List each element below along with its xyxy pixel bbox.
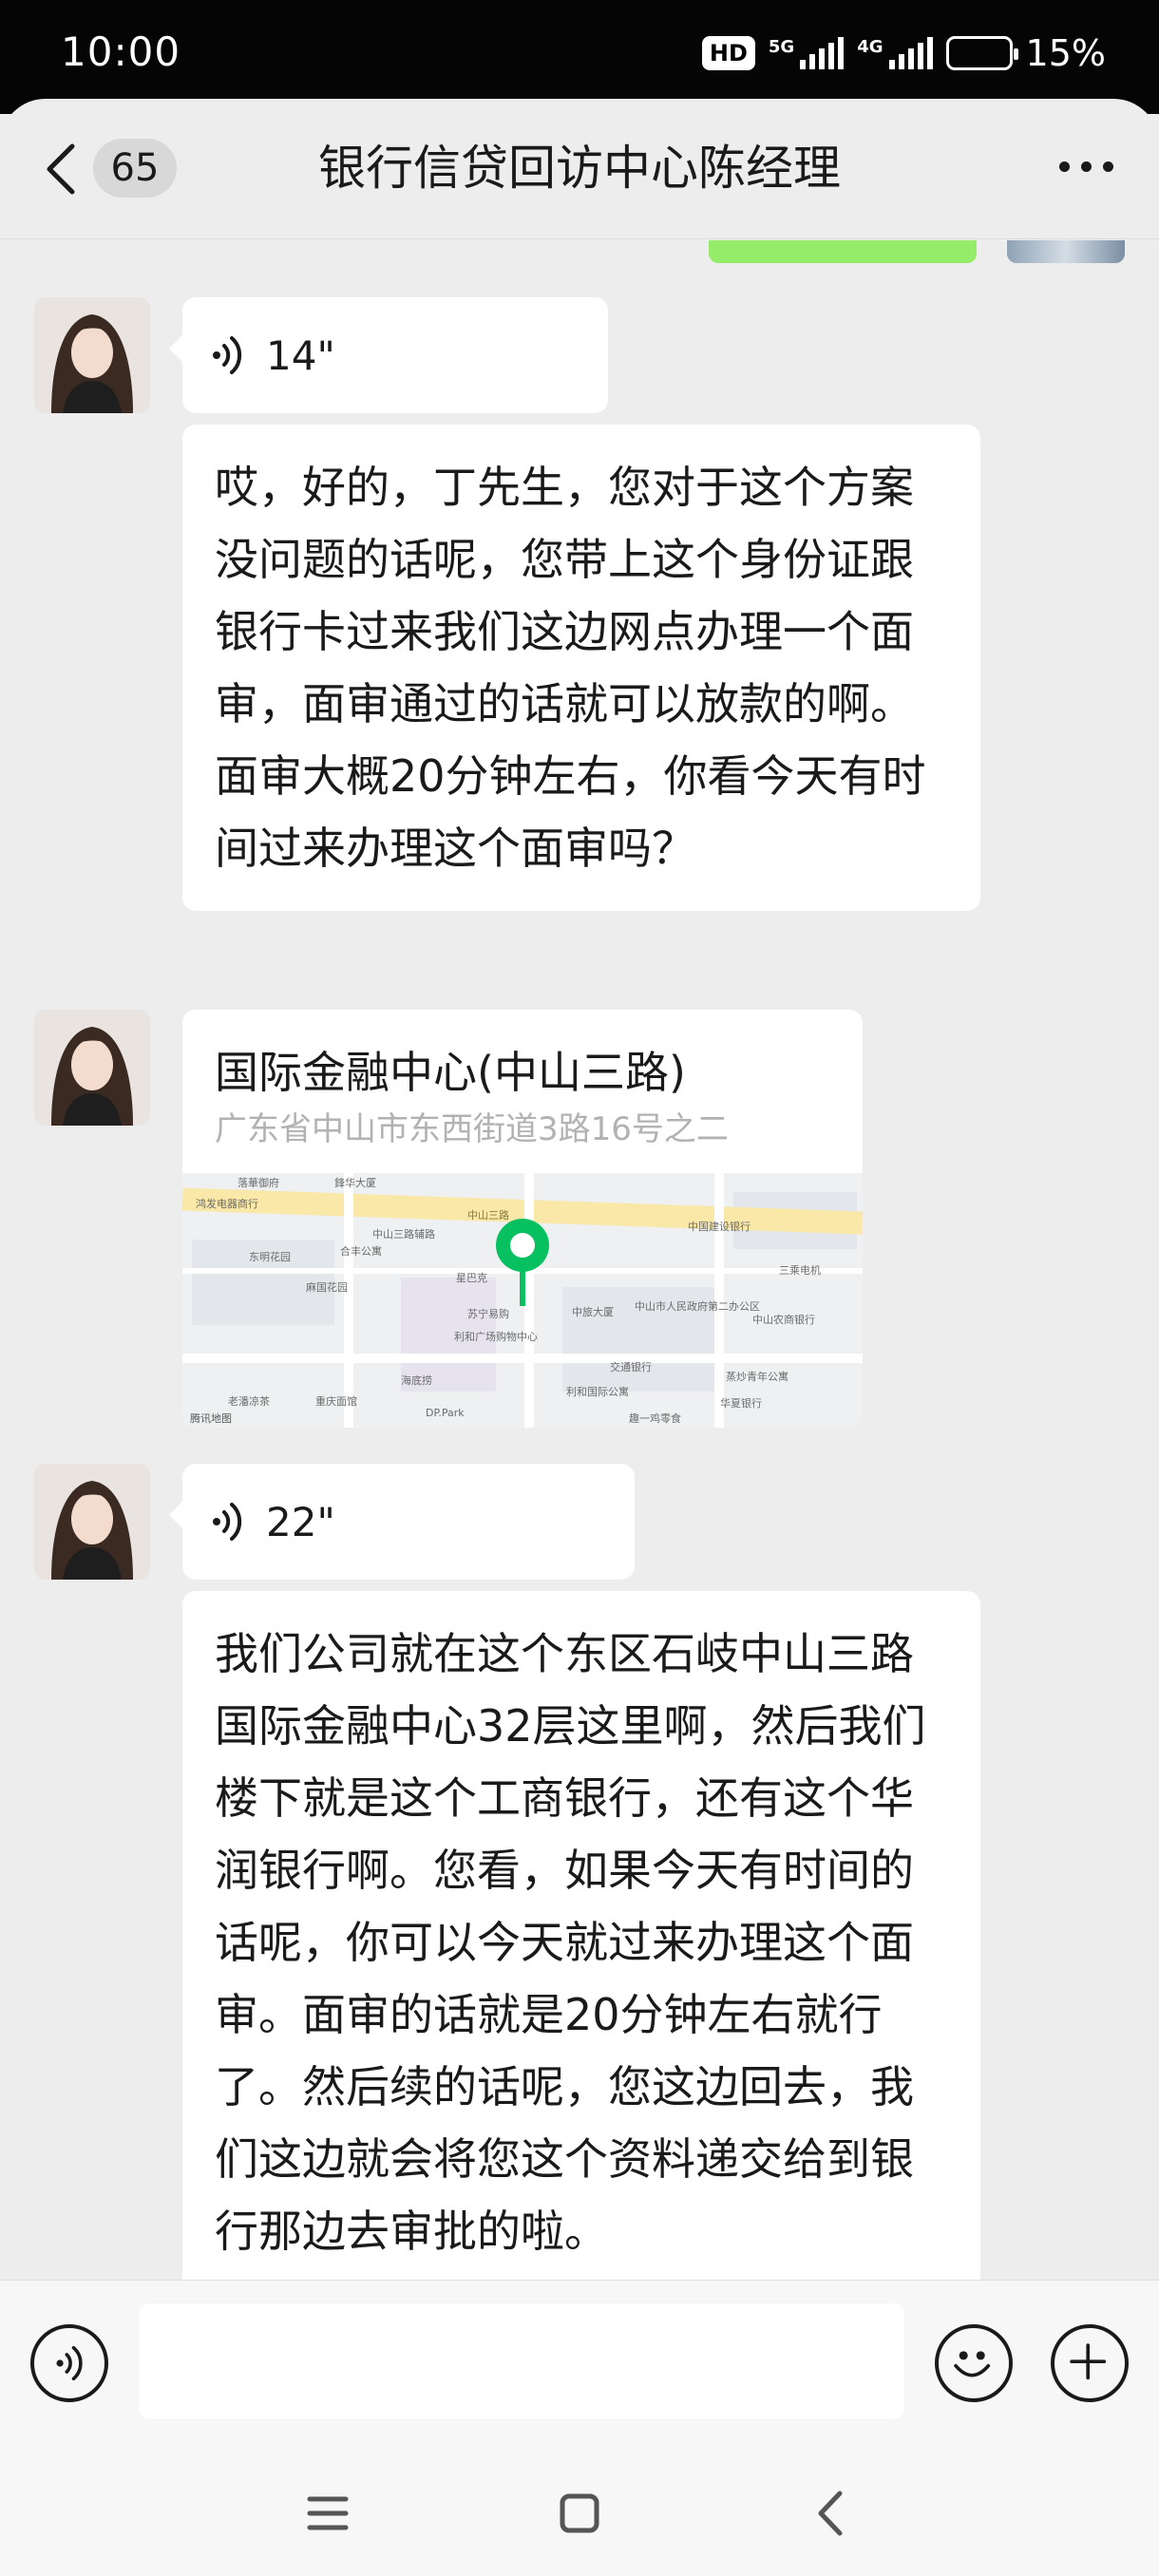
status-indicators: HD 5G 4G 15% [701,32,1106,74]
battery-icon [945,36,1018,70]
avatar[interactable] [34,1010,150,1126]
emoji-icon[interactable] [935,2324,1013,2402]
back-triangle-icon[interactable] [798,2480,864,2547]
map-label: 老潘凉茶 [228,1394,270,1408]
hd-badge: HD [701,36,755,70]
map-label: 海底捞 [401,1373,432,1387]
voice-input-icon[interactable] [30,2324,108,2402]
map-road-label: 中山三路 [467,1209,509,1222]
map-label: 利和国际公寓 [566,1385,629,1398]
battery-percent: 15% [1025,32,1106,74]
voice-wave-icon [213,1503,242,1541]
map-label: 华夏银行 [720,1396,762,1410]
plus-icon[interactable] [1051,2324,1129,2402]
map-label: 落華御府 [238,1176,279,1189]
map-label: 趣一鸡零食 [629,1411,681,1425]
map-preview[interactable]: 落華御府 鋒华大厦 鸿发电器商行 中国建设银行 中山三路辅路 东明花园 合丰公寓… [182,1173,863,1428]
input-bar [0,2280,1159,2446]
message-text: 我们公司就在这个东区石岐中山三路国际金融中心32层这里啊，然后我们楼下就是这个工… [215,1628,926,2257]
map-label: 中国建设银行 [688,1220,750,1233]
map-label: 三乘电机 [779,1263,821,1277]
map-label: 鸿发电器商行 [196,1197,258,1210]
partial-sent-bubble[interactable] [709,240,977,263]
net2-label: 4G [857,37,884,57]
chat-header: 65 银行信贷回访中心陈经理 [0,99,1159,239]
more-dots-icon[interactable] [1059,161,1113,172]
map-provider-label: 腾讯地图 [190,1411,232,1425]
voice-duration: 22" [266,1498,335,1545]
map-label: 苏宁易购 [467,1307,509,1320]
location-message[interactable]: 国际金融中心(中山三路) 广东省中山市东西街道3路16号之二 落華御府 鋒华大厦 [182,1010,863,1428]
map-label: 东明花园 [249,1251,291,1263]
avatar[interactable] [34,1464,150,1580]
chat-title: 银行信贷回访中心陈经理 [318,141,841,196]
text-message[interactable]: 哎，好的，丁先生，您对于这个方案没问题的话呢，您带上这个身份证跟银行卡过来我们这… [182,425,980,911]
system-nav-bar [0,2446,1159,2576]
map-label: 利和广场购物中心 [454,1330,538,1343]
map-label: 中山三路辅路 [372,1227,435,1241]
location-address: 广东省中山市东西街道3路16号之二 [215,1110,729,1148]
voice-message[interactable]: 22" [169,1464,635,1580]
map-label: 重庆面馆 [315,1394,357,1408]
avatar[interactable] [34,297,150,413]
message-text: 哎，好的，丁先生，您对于这个方案没问题的话呢，您带上这个身份证跟银行卡过来我们这… [215,462,926,874]
chat-message-list[interactable]: 14" 哎，好的，丁先生，您对于这个方案没问题的话呢，您带上这个身份证跟银行卡过… [0,240,1159,2280]
map-label: 蒸炒青年公寓 [726,1370,788,1383]
status-time: 10:00 [61,28,181,75]
map-label: 中山农商银行 [752,1313,815,1326]
map-label: 星巴克 [456,1272,487,1284]
signal-5g-icon: 5G [768,37,845,69]
signal-4g-icon: 4G [857,37,933,69]
text-message[interactable]: 我们公司就在这个东区石岐中山三路国际金融中心32层这里啊，然后我们楼下就是这个工… [182,1591,980,2280]
status-bar: 10:00 HD 5G 4G 15% [0,0,1159,114]
map-label: 中旅大厦 [572,1305,614,1318]
message-input[interactable] [139,2303,904,2419]
voice-wave-icon [213,336,242,374]
voice-duration: 14" [266,331,335,379]
menu-icon[interactable] [294,2480,361,2547]
location-title: 国际金融中心(中山三路) [215,1047,686,1098]
map-label: 鋒华大厦 [334,1176,376,1189]
map-label: 中山市人民政府第二办公区 [635,1299,760,1313]
map-label: 麻国花园 [306,1280,348,1294]
map-label: DP.Park [426,1407,465,1419]
home-square-icon[interactable] [546,2480,613,2547]
partial-sent-image[interactable] [1007,240,1125,263]
voice-message[interactable]: 14" [169,297,608,413]
map-label: 合丰公寓 [340,1244,382,1258]
net1-label: 5G [768,37,795,57]
map-label: 交通银行 [610,1360,652,1373]
